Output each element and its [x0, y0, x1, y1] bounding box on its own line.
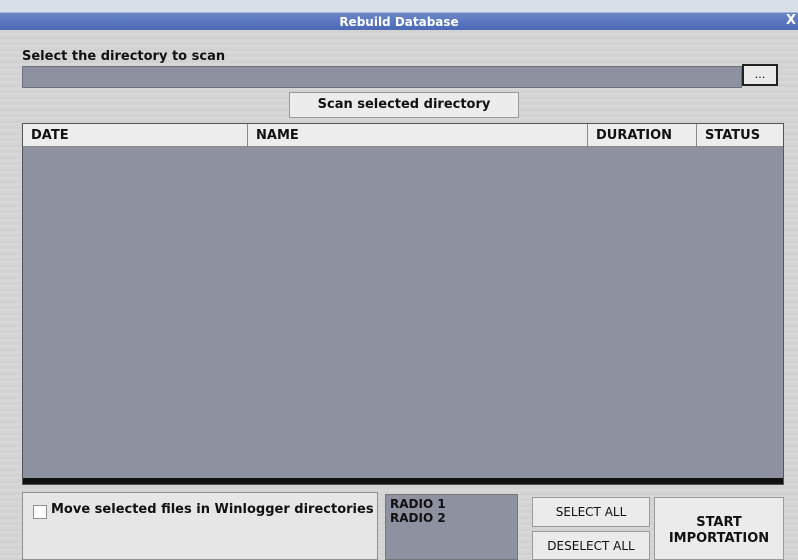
- horizontal-scrollbar[interactable]: [23, 478, 783, 484]
- table-header: DATE NAME DURATION STATUS: [23, 124, 783, 147]
- close-icon[interactable]: X: [786, 14, 798, 28]
- radio-list[interactable]: RADIO 1 RADIO 2: [385, 494, 518, 560]
- title-bar: Rebuild Database X: [0, 0, 798, 30]
- start-label-line1: START: [696, 515, 742, 530]
- select-all-button[interactable]: SELECT ALL: [532, 497, 650, 527]
- list-item-radio-2[interactable]: RADIO 2: [390, 511, 513, 525]
- list-item-radio-1[interactable]: RADIO 1: [390, 497, 513, 511]
- background-window-fragment: [18, 0, 498, 8]
- deselect-all-button[interactable]: DESELECT ALL: [532, 531, 650, 560]
- column-header-name[interactable]: NAME: [248, 124, 588, 146]
- scan-directory-button[interactable]: Scan selected directory: [289, 92, 519, 118]
- files-table[interactable]: DATE NAME DURATION STATUS: [22, 123, 784, 485]
- window-title: Rebuild Database: [339, 15, 459, 29]
- column-header-status[interactable]: STATUS: [697, 124, 771, 146]
- column-header-date[interactable]: DATE: [23, 124, 248, 146]
- browse-button[interactable]: ...: [742, 64, 778, 86]
- column-header-duration[interactable]: DURATION: [588, 124, 697, 146]
- move-files-checkbox[interactable]: [33, 505, 47, 519]
- start-label-line2: IMPORTATION: [668, 531, 770, 546]
- move-files-label: Move selected files in Winlogger directo…: [51, 502, 374, 517]
- directory-label: Select the directory to scan: [22, 49, 226, 64]
- directory-input[interactable]: [22, 66, 742, 88]
- start-importation-button[interactable]: START IMPORTATION: [654, 497, 784, 560]
- move-files-option[interactable]: Move selected files in Winlogger directo…: [22, 492, 378, 560]
